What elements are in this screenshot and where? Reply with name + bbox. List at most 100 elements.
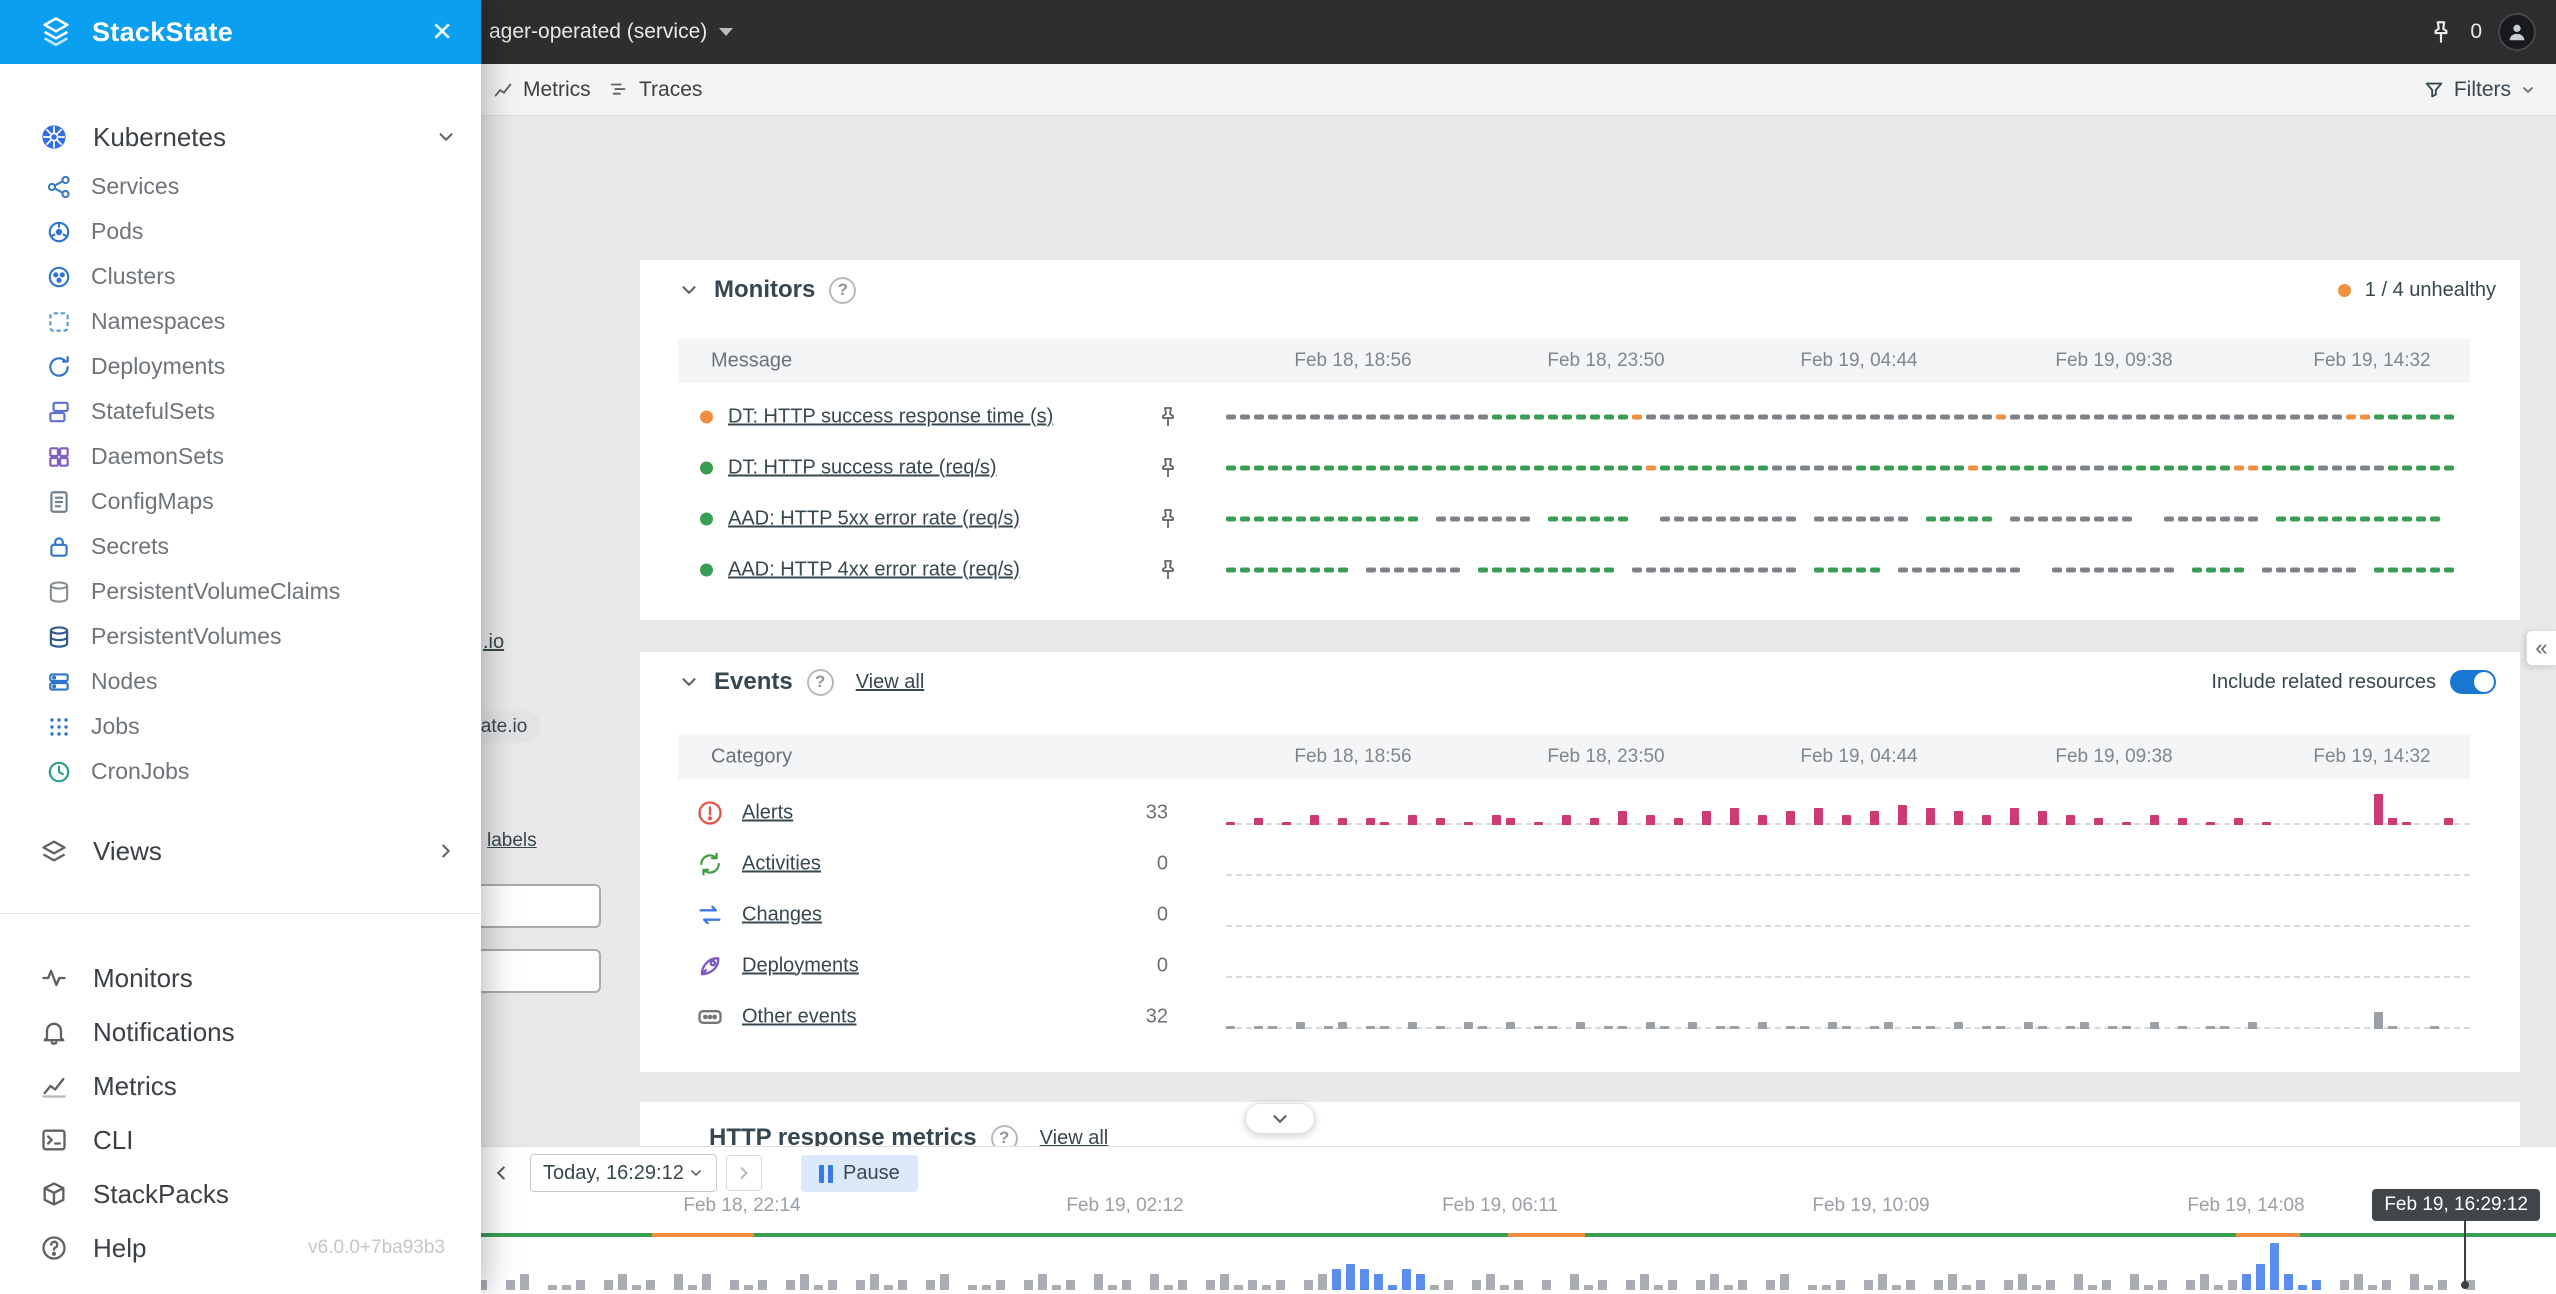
include-related-label: Include related resources (2211, 671, 2436, 694)
health-status-dot (700, 563, 713, 576)
version-label: v6.0.0+7ba93b3 (308, 1237, 445, 1259)
persistentvolumeclaims-icon (46, 579, 72, 605)
scope-selector-label: ager-operated (service) (489, 20, 707, 44)
sidebar-item-stackpacks[interactable]: StackPacks (0, 1167, 481, 1221)
sidebar-item-label: Nodes (91, 668, 157, 695)
time-forward-button[interactable] (726, 1155, 762, 1191)
monitor-row: AAD: HTTP 4xx error rate (req/s) (678, 544, 2470, 595)
unhealthy-dot (2338, 284, 2351, 297)
column-header: Message (711, 350, 792, 373)
cursor-tooltip: Feb 19, 16:29:12 (2372, 1189, 2540, 1221)
sidebar-item-label: DaemonSets (91, 443, 224, 470)
sidebar-item-label: CronJobs (91, 758, 189, 785)
collapse-section-button[interactable] (678, 279, 700, 301)
sidebar-item-services[interactable]: Services (0, 164, 481, 209)
sidebar-item-secrets[interactable]: Secrets (0, 524, 481, 569)
sidebar-item-configmaps[interactable]: ConfigMaps (0, 479, 481, 524)
monitor-link[interactable]: AAD: HTTP 4xx error rate (req/s) (728, 558, 1020, 581)
sidebar-item-cli[interactable]: CLI (0, 1113, 481, 1167)
sidebar-item-daemonsets[interactable]: DaemonSets (0, 434, 481, 479)
axis-tick: Feb 19, 02:12 (1066, 1195, 1183, 1217)
monitor-row: AAD: HTTP 5xx error rate (req/s) (678, 493, 2470, 544)
time-back-button[interactable] (483, 1155, 519, 1191)
monitor-link[interactable]: DT: HTTP success rate (req/s) (728, 456, 997, 479)
sidebar-item-label: Jobs (91, 713, 140, 740)
sidebar-item-cronjobs[interactable]: CronJobs (0, 749, 481, 794)
views-icon (40, 837, 68, 865)
monitor-link[interactable]: AAD: HTTP 5xx error rate (req/s) (728, 507, 1020, 530)
sidebar-item-namespaces[interactable]: Namespaces (0, 299, 481, 344)
event-category-link[interactable]: Changes (742, 903, 822, 926)
time-column: Feb 19, 14:32 (2313, 746, 2430, 768)
filters-button[interactable]: Filters (2423, 64, 2536, 116)
axis-tick: Feb 19, 10:09 (1812, 1195, 1929, 1217)
timeline-baseline (1226, 874, 2470, 876)
tab-label: Metrics (523, 78, 591, 102)
occluded-link-io[interactable]: .io (483, 631, 504, 654)
sidebar-item-monitors[interactable]: Monitors (0, 951, 481, 1005)
scope-selector[interactable]: ager-operated (service) (489, 0, 733, 64)
nodes-icon (46, 669, 72, 695)
drawer-header: StackState ✕ (0, 0, 481, 64)
chevron-down-icon (435, 126, 457, 148)
user-avatar[interactable] (2498, 13, 2536, 51)
time-range-dropdown[interactable]: Today, 16:29:12 (530, 1154, 717, 1192)
metrics-tab-icon (492, 79, 514, 101)
sidebar-item-help[interactable]: Help v6.0.0+7ba93b3 (0, 1221, 481, 1275)
sidebar-item-label: ConfigMaps (91, 488, 214, 515)
sidebar-item-clusters[interactable]: Clusters (0, 254, 481, 299)
sidebar-item-pods[interactable]: Pods (0, 209, 481, 254)
event-category-link[interactable]: Activities (742, 852, 821, 875)
pause-button[interactable]: Pause (801, 1155, 918, 1192)
sidebar-item-nodes[interactable]: Nodes (0, 659, 481, 704)
event-count: 32 (1088, 1005, 1168, 1028)
daemonsets-icon (46, 444, 72, 470)
sidebar-item-deployments[interactable]: Deployments (0, 344, 481, 389)
deployments-icon (46, 354, 72, 380)
expand-right-panel-handle[interactable]: « (2526, 630, 2556, 666)
sidebar-item-label: Kubernetes (93, 122, 226, 153)
pin-icon[interactable] (1156, 507, 1180, 531)
monitor-timeline (1226, 414, 2470, 419)
changes-icon (696, 901, 724, 929)
funnel-icon (2423, 79, 2445, 101)
sidebar-item-metrics[interactable]: Metrics (0, 1059, 481, 1113)
events-table-header: Category Feb 18, 18:56 Feb 18, 23:50 Feb… (678, 735, 2470, 779)
topbar-actions: 0 (2428, 0, 2536, 64)
sidebar-item-persistentvolumeclaims[interactable]: PersistentVolumeClaims (0, 569, 481, 614)
filters-label: Filters (2454, 78, 2511, 102)
event-category-link[interactable]: Deployments (742, 954, 859, 977)
include-related-toggle[interactable] (2450, 670, 2496, 694)
collapse-section-button[interactable] (678, 671, 700, 693)
deployments-event-icon (696, 952, 724, 980)
time-column: Feb 19, 14:32 (2313, 350, 2430, 372)
monitor-timeline (1226, 465, 2470, 470)
sidebar-item-persistentvolumes[interactable]: PersistentVolumes (0, 614, 481, 659)
sidebar-item-label: CLI (93, 1125, 133, 1156)
help-icon[interactable]: ? (829, 277, 856, 304)
view-all-link[interactable]: View all (856, 671, 925, 694)
axis-tick: Feb 18, 22:14 (683, 1195, 800, 1217)
event-category-link[interactable]: Alerts (742, 801, 793, 824)
sidebar-item-statefulsets[interactable]: StatefulSets (0, 389, 481, 434)
pin-icon[interactable] (1156, 456, 1180, 480)
labels-link[interactable]: labels (487, 830, 537, 852)
sidebar-item-views[interactable]: Views (0, 824, 481, 878)
tab-metrics[interactable]: Metrics (492, 64, 591, 116)
pin-icon[interactable] (1156, 558, 1180, 582)
collapse-panel-handle[interactable] (1245, 1103, 1315, 1134)
sidebar-item-notifications[interactable]: Notifications (0, 1005, 481, 1059)
timeline-baseline (1226, 925, 2470, 927)
tab-traces[interactable]: Traces (608, 64, 702, 116)
sidebar-item-kubernetes[interactable]: Kubernetes (0, 110, 481, 164)
sidebar-item-label: Metrics (93, 1071, 177, 1102)
time-range-label: Today, 16:29:12 (543, 1162, 684, 1185)
monitor-timeline (1226, 567, 2470, 572)
event-category-link[interactable]: Other events (742, 1005, 857, 1028)
monitor-link[interactable]: DT: HTTP success response time (s) (728, 405, 1053, 428)
pin-icon[interactable] (1156, 405, 1180, 429)
help-icon[interactable]: ? (807, 669, 834, 696)
close-icon[interactable]: ✕ (431, 17, 453, 48)
pin-icon[interactable] (2428, 19, 2454, 45)
sidebar-item-jobs[interactable]: Jobs (0, 704, 481, 749)
